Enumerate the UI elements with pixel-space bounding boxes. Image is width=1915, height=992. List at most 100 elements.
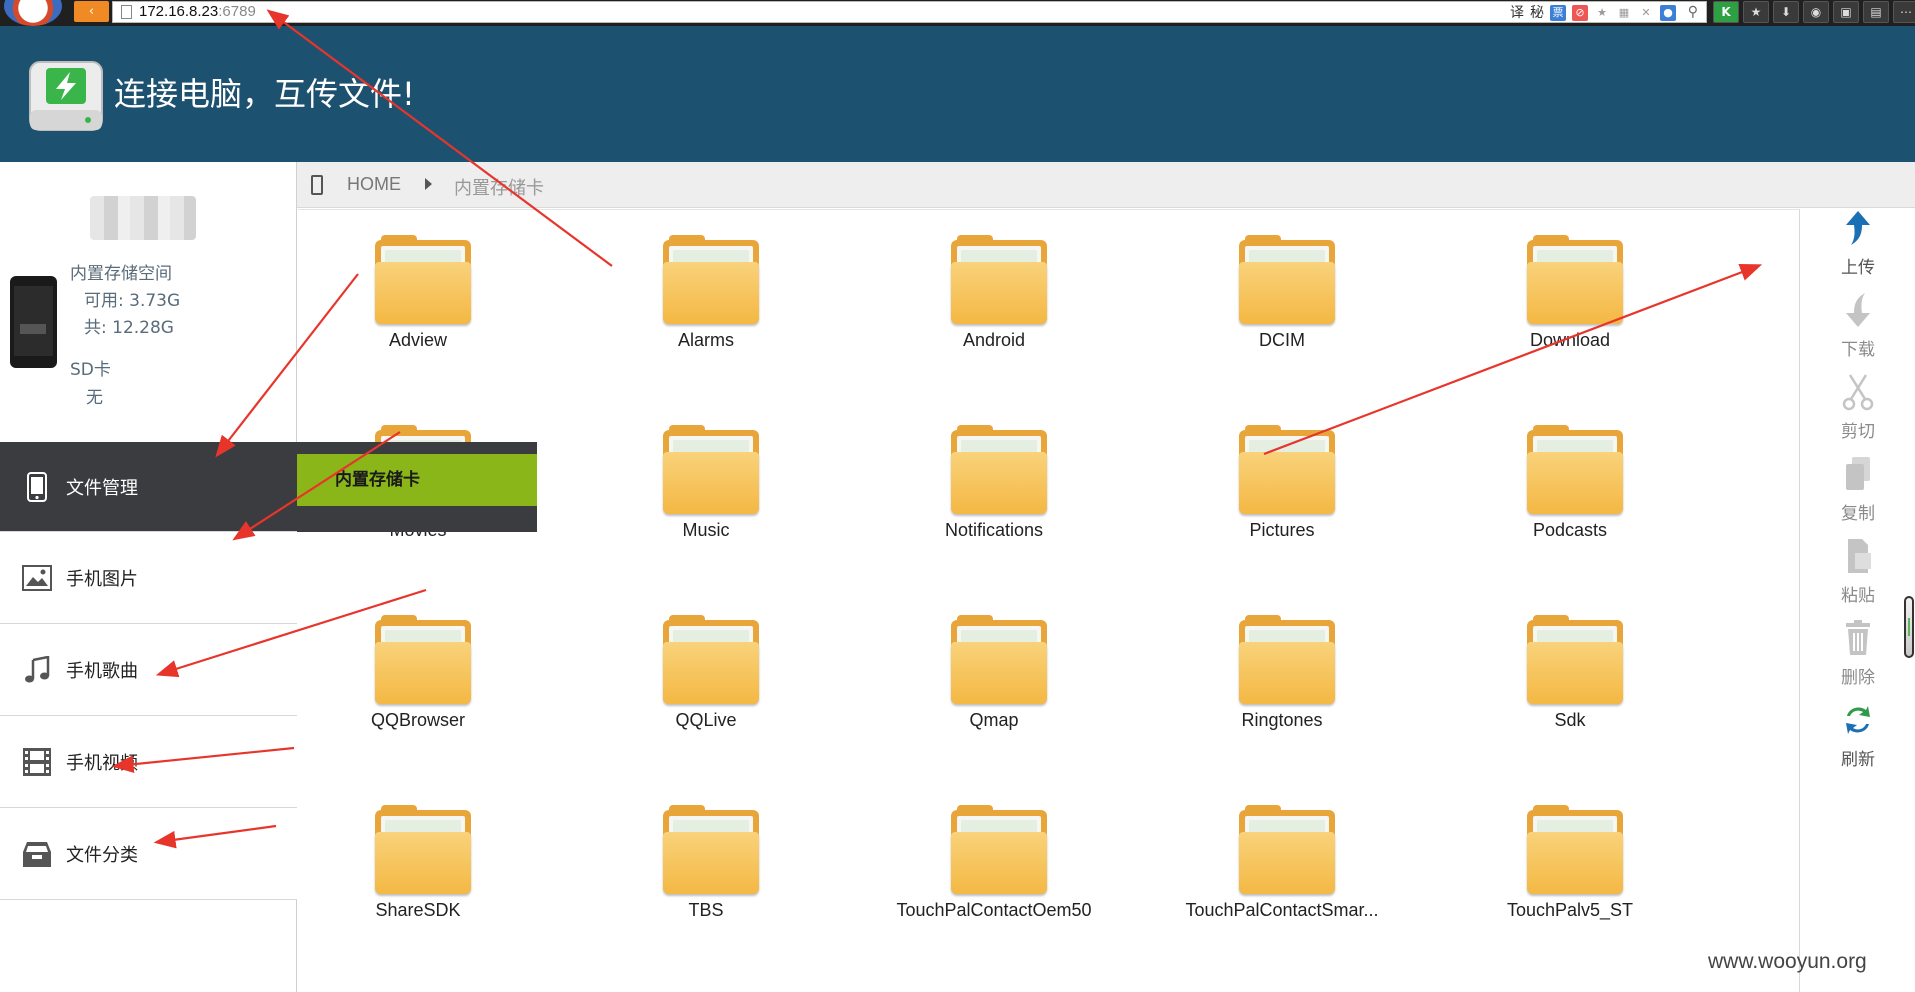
- folder-item[interactable]: Download: [1450, 228, 1690, 368]
- folder-name: DCIM: [1259, 330, 1305, 350]
- sidebar-item-music[interactable]: 手机歌曲: [0, 624, 297, 716]
- folder-item[interactable]: TouchPalContactOem50: [874, 798, 1114, 938]
- folder-item[interactable]: Adview: [298, 228, 538, 368]
- secret-icon[interactable]: 秘: [1530, 5, 1544, 21]
- sidebar-item-categories[interactable]: 文件分类: [0, 808, 297, 900]
- trash-icon: [1846, 620, 1870, 655]
- browser-toolbar: ‹ 172.16.8.23:6789 译 秘 票 ⊘ ★ ▦ ✕ ● ⚲ K ★…: [0, 0, 1915, 26]
- folder-name: Podcasts: [1532, 520, 1608, 540]
- page-icon: [121, 5, 132, 19]
- game-icon[interactable]: ◉: [1803, 1, 1829, 23]
- folder-name: Android: [962, 330, 1026, 350]
- folder-icon: [1239, 805, 1335, 894]
- folder-name: TouchPalContactSmar...: [1185, 900, 1379, 920]
- download-icon[interactable]: ⬇: [1773, 1, 1799, 23]
- folder-name: QQLive: [675, 710, 737, 730]
- sidebar-item-photos[interactable]: 手机图片: [0, 532, 297, 624]
- folder-name: TouchPalv5_ST: [1506, 900, 1634, 920]
- internal-storage-label: 内置存储空间: [70, 264, 172, 284]
- folder-name: Alarms: [677, 330, 734, 350]
- folder-icon: [663, 615, 759, 704]
- print-icon[interactable]: ▤: [1863, 1, 1889, 23]
- folder-icon: [1527, 425, 1623, 514]
- storage-dropdown: 内置存储卡: [297, 442, 537, 532]
- breadcrumb-current: 内置存储卡: [454, 178, 544, 199]
- folder-item[interactable]: Notifications: [874, 418, 1114, 558]
- copy-label: 复制: [1841, 504, 1875, 524]
- cut-button[interactable]: 剪切: [1801, 373, 1915, 453]
- file-grid: AdviewAlarmsAndroidDCIMDownloadMoviesMus…: [298, 209, 1800, 992]
- breadcrumb: HOME 内置存储卡: [297, 162, 1915, 208]
- film-icon: [22, 747, 52, 777]
- back-button[interactable]: ‹: [74, 1, 109, 22]
- download-arrow-icon: [1846, 293, 1870, 327]
- folder-name: Notifications: [944, 520, 1044, 540]
- more-icon[interactable]: ⋯: [1893, 1, 1915, 23]
- storage-dropdown-item[interactable]: 内置存储卡: [297, 454, 537, 506]
- storage-total: 共: 12.28G: [84, 318, 174, 338]
- image-icon: [22, 563, 52, 593]
- action-bar: 上传 下载 剪切 复制 粘贴 删除 刷新: [1801, 209, 1915, 992]
- folder-item[interactable]: DCIM: [1162, 228, 1402, 368]
- folder-icon: [951, 805, 1047, 894]
- ticket-icon[interactable]: 票: [1550, 5, 1566, 21]
- sidebar-item-file-manager[interactable]: 文件管理: [0, 442, 297, 532]
- sidebar-item-label: 文件管理: [66, 477, 138, 499]
- paste-icon: [1848, 539, 1871, 573]
- refresh-button[interactable]: 刷新: [1801, 701, 1915, 781]
- folder-icon: [1527, 615, 1623, 704]
- folder-name: Music: [682, 520, 730, 540]
- star-icon[interactable]: ★: [1594, 5, 1610, 21]
- translate-icon[interactable]: 译: [1510, 5, 1524, 21]
- folder-item[interactable]: TouchPalv5_ST: [1450, 798, 1690, 938]
- delete-button[interactable]: 删除: [1801, 619, 1915, 699]
- storage-available: 可用: 3.73G: [84, 291, 181, 311]
- download-button[interactable]: 下载: [1801, 291, 1915, 371]
- folder-item[interactable]: Alarms: [586, 228, 826, 368]
- copy-button[interactable]: 复制: [1801, 455, 1915, 535]
- folder-item[interactable]: Podcasts: [1450, 418, 1690, 558]
- lock-icon[interactable]: ▣: [1833, 1, 1859, 23]
- scissors-icon: [1842, 374, 1874, 411]
- grid-icon[interactable]: ▦: [1616, 5, 1632, 21]
- folder-item[interactable]: Pictures: [1162, 418, 1402, 558]
- address-bar-icons: 译 秘 票 ⊘ ★ ▦ ✕ ●: [1510, 4, 1676, 22]
- scrollbar-handle[interactable]: [1904, 596, 1914, 658]
- folder-name: Ringtones: [1241, 710, 1323, 730]
- refresh-label: 刷新: [1841, 750, 1875, 770]
- refresh-icon: [1846, 706, 1870, 734]
- folder-item[interactable]: Android: [874, 228, 1114, 368]
- address-bar[interactable]: 172.16.8.23:6789 译 秘 票 ⊘ ★ ▦ ✕ ● ⚲: [112, 1, 1707, 23]
- sidebar-item-videos[interactable]: 手机视频: [0, 716, 297, 808]
- sd-card-value: 无: [86, 388, 103, 408]
- breadcrumb-arrow-icon: [425, 178, 432, 190]
- device-icon: [311, 175, 323, 195]
- block-icon[interactable]: ⊘: [1572, 5, 1588, 21]
- close-icon[interactable]: ✕: [1638, 5, 1654, 21]
- folder-item[interactable]: Sdk: [1450, 608, 1690, 748]
- upload-arrow-icon: [1846, 211, 1870, 245]
- paste-button[interactable]: 粘贴: [1801, 537, 1915, 617]
- watermark: www.wooyun.org: [1708, 950, 1867, 973]
- search-icon[interactable]: ⚲: [1688, 4, 1698, 20]
- paw-icon[interactable]: ●: [1660, 5, 1676, 21]
- url-text[interactable]: 172.16.8.23:6789: [139, 3, 256, 21]
- phone-device-icon: [10, 276, 57, 368]
- k-extension-icon[interactable]: K: [1713, 1, 1739, 23]
- folder-item[interactable]: TBS: [586, 798, 826, 938]
- folder-item[interactable]: Qmap: [874, 608, 1114, 748]
- folder-icon: [663, 425, 759, 514]
- folder-icon: [1239, 235, 1335, 324]
- folder-item[interactable]: ShareSDK: [298, 798, 538, 938]
- folder-item[interactable]: QQLive: [586, 608, 826, 748]
- folder-item[interactable]: QQBrowser: [298, 608, 538, 748]
- folder-name: ShareSDK: [375, 900, 461, 920]
- breadcrumb-home[interactable]: HOME: [347, 174, 401, 195]
- folder-item[interactable]: Ringtones: [1162, 608, 1402, 748]
- folder-item[interactable]: Music: [586, 418, 826, 558]
- browser-logo-icon[interactable]: [4, 0, 62, 26]
- folder-icon: [951, 235, 1047, 324]
- upload-button[interactable]: 上传: [1801, 209, 1915, 289]
- bookmark-star-icon[interactable]: ★: [1743, 1, 1769, 23]
- folder-item[interactable]: TouchPalContactSmar...: [1162, 798, 1402, 938]
